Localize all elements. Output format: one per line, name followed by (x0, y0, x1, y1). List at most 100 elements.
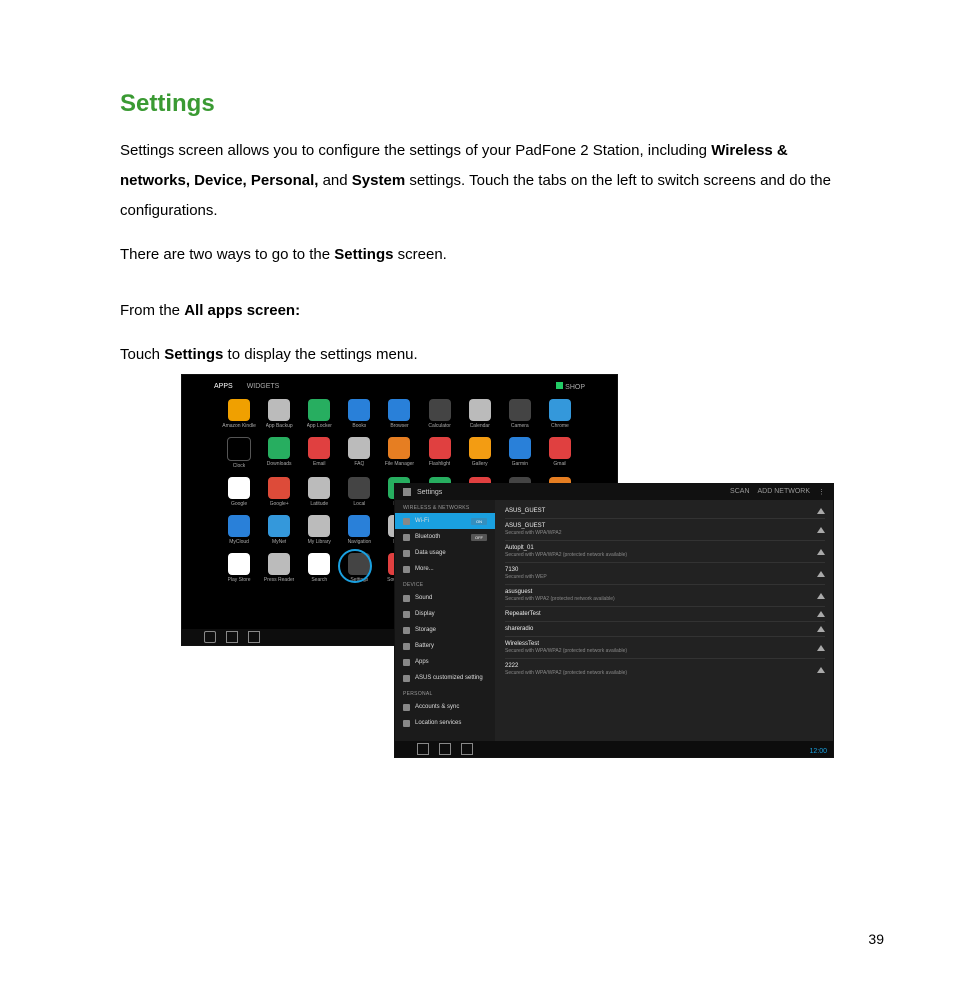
app-label: Gallery (472, 461, 488, 467)
toggle[interactable]: OFF (471, 534, 487, 541)
sidebar-item-location-services[interactable]: Location services (395, 715, 495, 731)
app-local[interactable]: Local (342, 477, 376, 507)
wifi-network[interactable]: 7130Secured with WEP (505, 563, 825, 585)
app-app-locker[interactable]: App Locker (302, 399, 336, 429)
app-mycloud[interactable]: MyCloud (222, 515, 256, 545)
sidebar-item-asus-customized-setting[interactable]: ASUS customized setting (395, 670, 495, 686)
network-name: Autoplt_01 (505, 545, 627, 551)
tab-apps[interactable]: APPS (214, 383, 233, 390)
wifi-signal-icon (817, 667, 825, 673)
text: SHOP (565, 384, 585, 391)
tab-widgets[interactable]: WIDGETS (247, 383, 280, 390)
app-calendar[interactable]: Calendar (463, 399, 497, 429)
app-faq[interactable]: FAQ (342, 437, 376, 469)
app-label: Google (231, 501, 247, 507)
back-icon[interactable] (204, 631, 216, 643)
wifi-network[interactable]: RepeaterTest (505, 607, 825, 622)
action-add-network[interactable]: ADD NETWORK (758, 488, 811, 496)
wifi-signal-icon (817, 611, 825, 617)
sidebar-item-label: Wi-Fi (415, 518, 429, 524)
app-browser[interactable]: Browser (382, 399, 416, 429)
menu-icon[interactable]: ⋮ (818, 488, 825, 496)
wifi-network[interactable]: ASUS_GUEST (505, 504, 825, 519)
app-label: Press Reader (264, 577, 295, 583)
home-icon[interactable] (439, 743, 451, 755)
app-flashlight[interactable]: Flashlight (423, 437, 457, 469)
app-app-backup[interactable]: App Backup (262, 399, 296, 429)
sidebar-item-sound[interactable]: Sound (395, 590, 495, 606)
app-label: Latitude (310, 501, 328, 507)
sidebar-item-data-usage[interactable]: Data usage (395, 545, 495, 561)
app-settings[interactable]: Settings (342, 553, 376, 583)
app-gmail[interactable]: Gmail (543, 437, 577, 469)
app-navigation[interactable]: Navigation (342, 515, 376, 545)
action-scan[interactable]: SCAN (730, 488, 749, 496)
wifi-network[interactable]: ASUS_GUESTSecured with WPA/WPA2 (505, 519, 825, 541)
app-search[interactable]: Search (302, 553, 336, 583)
wifi-signal-icon (817, 571, 825, 577)
app-amazon-kindle[interactable]: Amazon Kindle (222, 399, 256, 429)
sidebar-item-accounts-sync[interactable]: Accounts & sync (395, 699, 495, 715)
page-number: 39 (868, 931, 884, 947)
app-email[interactable]: Email (302, 437, 336, 469)
sidebar-item-more-[interactable]: More... (395, 561, 495, 577)
wifi-network[interactable]: asusguestSecured with WPA2 (protected ne… (505, 585, 825, 607)
wifi-network[interactable]: Autoplt_01Secured with WPA/WPA2 (protect… (505, 541, 825, 563)
app-label: App Locker (307, 423, 332, 429)
app-clock[interactable]: Clock (222, 437, 256, 469)
app-chrome[interactable]: Chrome (543, 399, 577, 429)
wifi-signal-icon (817, 508, 825, 514)
settings-header: Settings SCAN ADD NETWORK ⋮ (395, 484, 833, 500)
app-icon (268, 437, 290, 459)
sidebar-item-battery[interactable]: Battery (395, 638, 495, 654)
app-my-library[interactable]: My Library (302, 515, 336, 545)
app-icon (268, 477, 290, 499)
app-play-store[interactable]: Play Store (222, 553, 256, 583)
sidebar-item-wi-fi[interactable]: Wi-Fi ON (395, 513, 495, 529)
app-mynet[interactable]: MyNet (262, 515, 296, 545)
toggle[interactable]: ON (471, 518, 487, 525)
app-file-manager[interactable]: File Manager (382, 437, 416, 469)
wifi-network[interactable]: 2222Secured with WPA/WPA2 (protected net… (505, 659, 825, 680)
sidebar-item-icon (403, 720, 410, 727)
back-icon[interactable] (417, 743, 429, 755)
app-icon (549, 399, 571, 421)
shop-icon (556, 382, 563, 389)
app-gallery[interactable]: Gallery (463, 437, 497, 469)
app-label: My Library (308, 539, 331, 545)
app-icon (228, 553, 250, 575)
app-label: Google+ (270, 501, 289, 507)
sidebar-item-apps[interactable]: Apps (395, 654, 495, 670)
recent-icon[interactable] (461, 743, 473, 755)
app-icon (308, 553, 330, 575)
app-icon (348, 515, 370, 537)
network-name: 7130 (505, 567, 547, 573)
wifi-network[interactable]: WirelessTestSecured with WPA/WPA2 (prote… (505, 637, 825, 659)
app-icon (268, 399, 290, 421)
app-garmin[interactable]: Garmin (503, 437, 537, 469)
app-press-reader[interactable]: Press Reader (262, 553, 296, 583)
app-icon (268, 515, 290, 537)
wifi-network[interactable]: shareradio (505, 622, 825, 637)
app-latitude[interactable]: Latitude (302, 477, 336, 507)
app-icon (429, 437, 451, 459)
app-google[interactable]: Google (222, 477, 256, 507)
sidebar-item-bluetooth[interactable]: BluetoothOFF (395, 529, 495, 545)
sidebar-item-storage[interactable]: Storage (395, 622, 495, 638)
app-label: Play Store (228, 577, 251, 583)
app-calculator[interactable]: Calculator (423, 399, 457, 429)
app-label: Garmin (512, 461, 528, 467)
home-icon[interactable] (226, 631, 238, 643)
app-camera[interactable]: Camera (503, 399, 537, 429)
text: Settings screen allows you to configure … (120, 142, 711, 159)
shop-link[interactable]: SHOP (556, 382, 585, 391)
sidebar-item-display[interactable]: Display (395, 606, 495, 622)
app-label: FAQ (354, 461, 364, 467)
text: From the (120, 302, 184, 319)
app-books[interactable]: Books (342, 399, 376, 429)
sidebar-section-header: WIRELESS & NETWORKS (395, 500, 495, 513)
network-name: ASUS_GUEST (505, 508, 545, 514)
app-downloads[interactable]: Downloads (262, 437, 296, 469)
app-google-[interactable]: Google+ (262, 477, 296, 507)
recent-icon[interactable] (248, 631, 260, 643)
